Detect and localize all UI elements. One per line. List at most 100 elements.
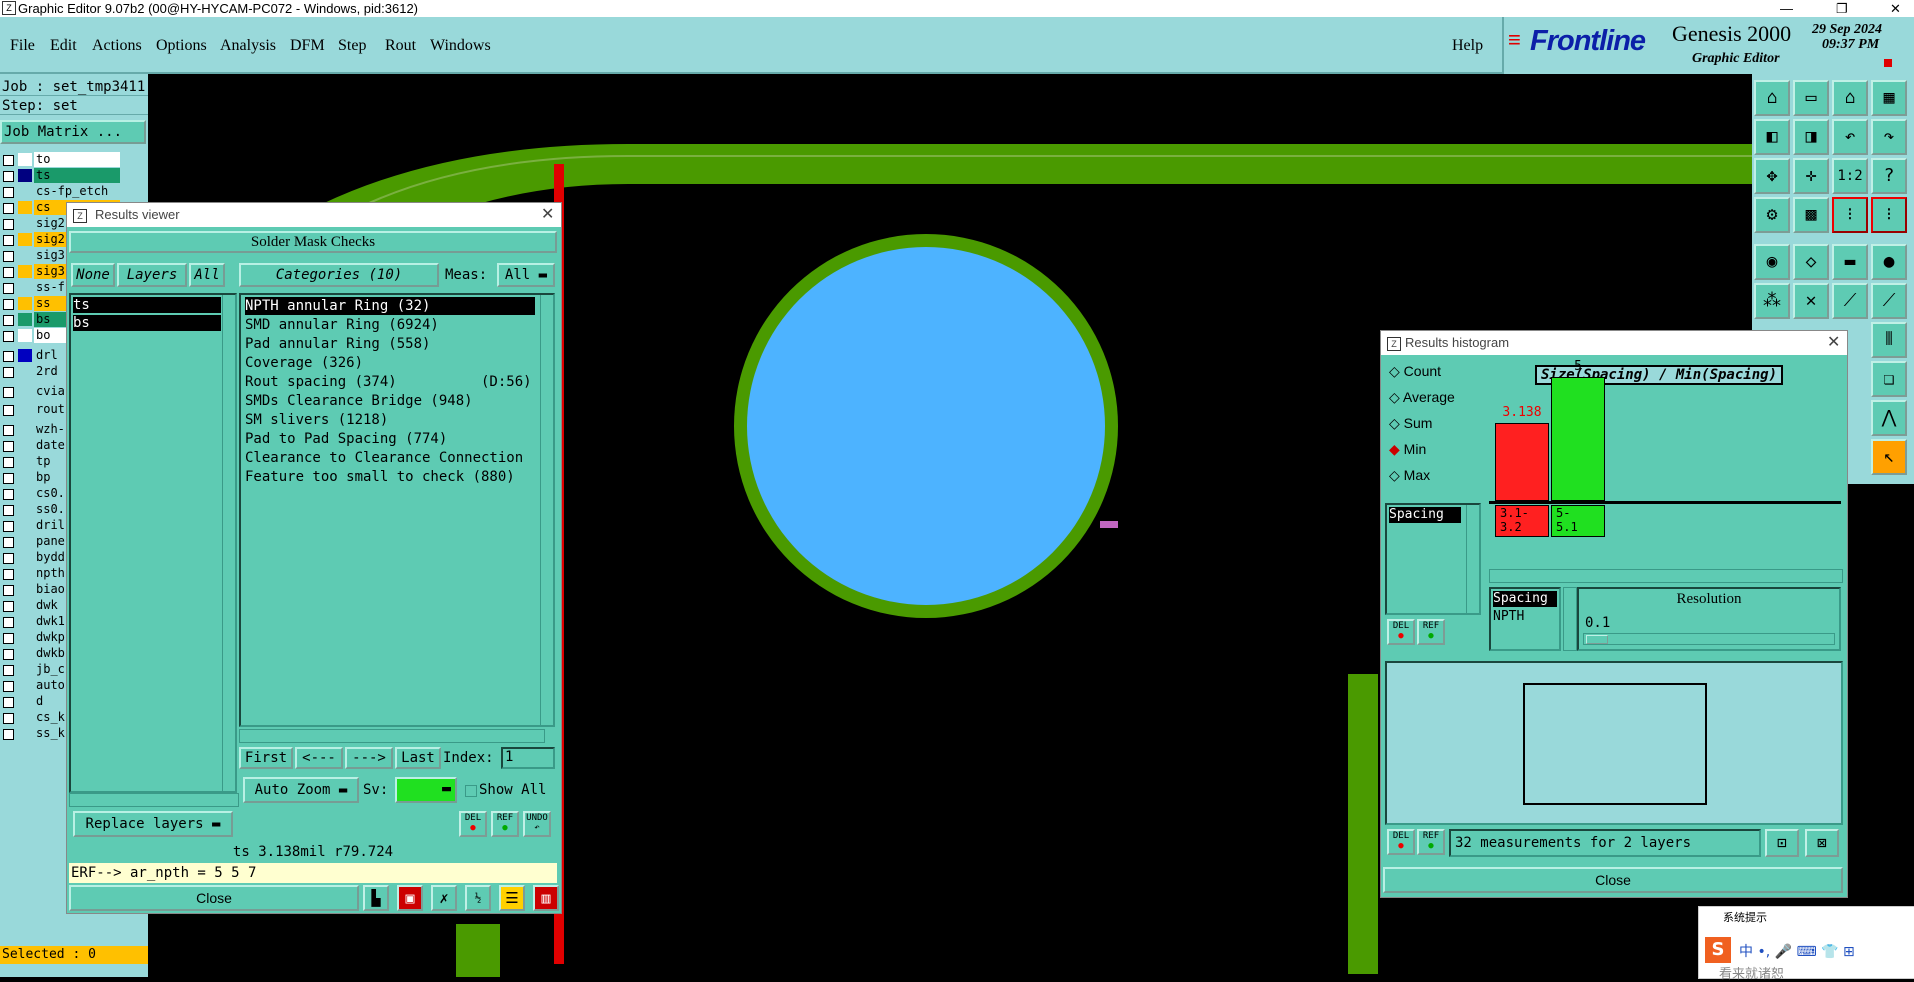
list-item[interactable]: Spacing bbox=[1389, 507, 1461, 523]
menu-rout[interactable]: Rout bbox=[385, 37, 416, 55]
layer-checkbox[interactable] bbox=[3, 219, 14, 230]
arc-icon[interactable]: ⟋ bbox=[1871, 283, 1907, 319]
radio-max[interactable]: ◇ Max bbox=[1389, 467, 1430, 484]
pan-right-icon[interactable]: ◨ bbox=[1793, 119, 1829, 155]
monitor-icon[interactable]: ▭ bbox=[1793, 80, 1829, 116]
auto-zoom-dropdown[interactable]: Auto Zoom ▬ bbox=[243, 777, 359, 803]
grid-icon[interactable]: ▦ bbox=[1871, 80, 1907, 116]
layer-checkbox[interactable] bbox=[3, 441, 14, 452]
none-button[interactable]: None bbox=[71, 263, 115, 287]
layers-button[interactable]: Layers bbox=[117, 263, 187, 287]
layer-checkbox[interactable] bbox=[3, 473, 14, 484]
close-window-button[interactable]: ✕ bbox=[1890, 0, 1901, 17]
horizontal-scrollbar[interactable] bbox=[69, 793, 239, 807]
menu-edit[interactable]: Edit bbox=[50, 37, 77, 55]
menu-options[interactable]: Options bbox=[156, 37, 207, 55]
category-item[interactable]: Pad to Pad Spacing (774) bbox=[245, 430, 535, 448]
category-item[interactable]: Feature too small to check (880) bbox=[245, 468, 535, 486]
filter-results-icon[interactable]: ✗ bbox=[431, 885, 457, 911]
layer-checkbox[interactable] bbox=[3, 203, 14, 214]
last-button[interactable]: Last bbox=[395, 747, 441, 769]
radio-count[interactable]: ◇ Count bbox=[1389, 363, 1441, 380]
settings-icon[interactable]: ⚙ bbox=[1754, 197, 1790, 233]
layer-checkbox[interactable] bbox=[3, 569, 14, 580]
radio-min[interactable]: ◆ Min bbox=[1389, 441, 1426, 458]
layer-name[interactable]: to bbox=[34, 152, 120, 167]
layer-checkbox[interactable] bbox=[3, 457, 14, 468]
scrollbar[interactable] bbox=[222, 295, 235, 791]
pan-left-icon[interactable]: ◧ bbox=[1754, 119, 1790, 155]
layer-checkbox[interactable] bbox=[3, 155, 14, 166]
layer-checkbox[interactable] bbox=[3, 351, 14, 362]
layer-checkbox[interactable] bbox=[3, 425, 14, 436]
categories-button[interactable]: Categories (10) bbox=[239, 263, 439, 287]
undo-view-icon[interactable]: ↶ bbox=[1832, 119, 1868, 155]
category-item[interactable]: Clearance to Clearance Connection bbox=[245, 449, 535, 467]
cross-icon[interactable]: ✕ bbox=[1793, 283, 1829, 319]
category-item[interactable]: SMD annular Ring (6924) bbox=[245, 316, 535, 334]
ruler-icon[interactable]: ▬ bbox=[1832, 244, 1868, 280]
category-item[interactable]: NPTH annular Ring (32) bbox=[245, 297, 535, 315]
list-item[interactable]: bs bbox=[73, 315, 221, 331]
scale-icon[interactable]: ½ bbox=[465, 885, 491, 911]
zoom-result-icon[interactable]: ⊠ bbox=[1805, 829, 1839, 857]
layer-checkbox[interactable] bbox=[3, 299, 14, 310]
select-area-icon[interactable]: ◇ bbox=[1793, 244, 1829, 280]
menu-dfm[interactable]: DFM bbox=[290, 37, 325, 55]
redo-view-icon[interactable]: ↷ bbox=[1871, 119, 1907, 155]
category-item[interactable]: Coverage (326) bbox=[245, 354, 535, 372]
show-all-checkbox[interactable] bbox=[465, 785, 477, 797]
scrollbar[interactable] bbox=[540, 295, 553, 725]
pointer-icon[interactable]: ↖ bbox=[1871, 439, 1907, 475]
minimize-button[interactable]: — bbox=[1780, 0, 1793, 17]
menu-help[interactable]: Help bbox=[1452, 37, 1483, 55]
pad-icon[interactable]: ● bbox=[1871, 244, 1907, 280]
maximize-button[interactable]: ❐ bbox=[1836, 0, 1848, 17]
layers-icon[interactable]: ❏ bbox=[1871, 361, 1907, 397]
radio-sum[interactable]: ◇ Sum bbox=[1389, 415, 1432, 432]
graph-icon[interactable]: ▙ bbox=[363, 885, 389, 911]
layer-checkbox[interactable] bbox=[3, 387, 14, 398]
layer-checkbox[interactable] bbox=[3, 331, 14, 342]
menu-file[interactable]: File bbox=[10, 37, 35, 55]
layer-checkbox[interactable] bbox=[3, 267, 14, 278]
export-icon[interactable]: ▣ bbox=[397, 885, 423, 911]
layer-checkbox[interactable] bbox=[3, 633, 14, 644]
close-icon[interactable]: ✕ bbox=[1827, 331, 1840, 355]
del-button[interactable]: DEL ● bbox=[1387, 829, 1415, 855]
layer-checkbox[interactable] bbox=[3, 171, 14, 182]
category-list[interactable]: NPTH annular Ring (32) SMD annular Ring (… bbox=[239, 293, 555, 727]
select-point-icon[interactable]: ◉ bbox=[1754, 244, 1790, 280]
report-icon[interactable]: ☰ bbox=[499, 885, 525, 911]
layer-checkbox[interactable] bbox=[3, 505, 14, 516]
list-item[interactable]: NPTH bbox=[1493, 609, 1524, 625]
histogram-bar[interactable] bbox=[1495, 423, 1549, 501]
undo-button[interactable]: UNDO ↶ bbox=[523, 811, 551, 837]
sv-color-dropdown[interactable]: ▬ bbox=[395, 777, 457, 803]
close-icon[interactable]: ✕ bbox=[541, 203, 554, 227]
layer-checkbox[interactable] bbox=[3, 617, 14, 628]
layer-checkbox[interactable] bbox=[3, 713, 14, 724]
layer-checkbox[interactable] bbox=[3, 697, 14, 708]
menu-analysis[interactable]: Analysis bbox=[220, 37, 276, 55]
ref-button[interactable]: REF ● bbox=[1417, 619, 1445, 645]
grid-snap-icon[interactable]: ▩ bbox=[1793, 197, 1829, 233]
layer-checkbox[interactable] bbox=[3, 521, 14, 532]
attribute-list[interactable]: Spacing bbox=[1385, 503, 1481, 615]
layer-checkbox[interactable] bbox=[3, 489, 14, 500]
layer-checkbox[interactable] bbox=[3, 665, 14, 676]
next-button[interactable]: ---> bbox=[345, 747, 393, 769]
net-icon[interactable]: ⁂ bbox=[1754, 283, 1790, 319]
first-button[interactable]: First bbox=[239, 747, 293, 769]
layer-row[interactable]: cs-fp_etch bbox=[0, 184, 120, 199]
index-input[interactable]: 1 bbox=[501, 747, 555, 769]
zoom-fit-icon[interactable]: ✛ bbox=[1793, 158, 1829, 194]
layer-checkbox[interactable] bbox=[3, 367, 14, 378]
del-button[interactable]: DEL ● bbox=[1387, 619, 1415, 645]
ime-toolbar[interactable]: 中 •, 🎤 ⌨ 👕 ⊞ bbox=[1739, 941, 1855, 961]
layer-checkbox[interactable] bbox=[3, 315, 14, 326]
resolution-slider[interactable] bbox=[1583, 633, 1835, 645]
layer-checkbox[interactable] bbox=[3, 553, 14, 564]
ref-button[interactable]: REF ● bbox=[491, 811, 519, 837]
layer-name[interactable]: ts bbox=[34, 168, 120, 183]
